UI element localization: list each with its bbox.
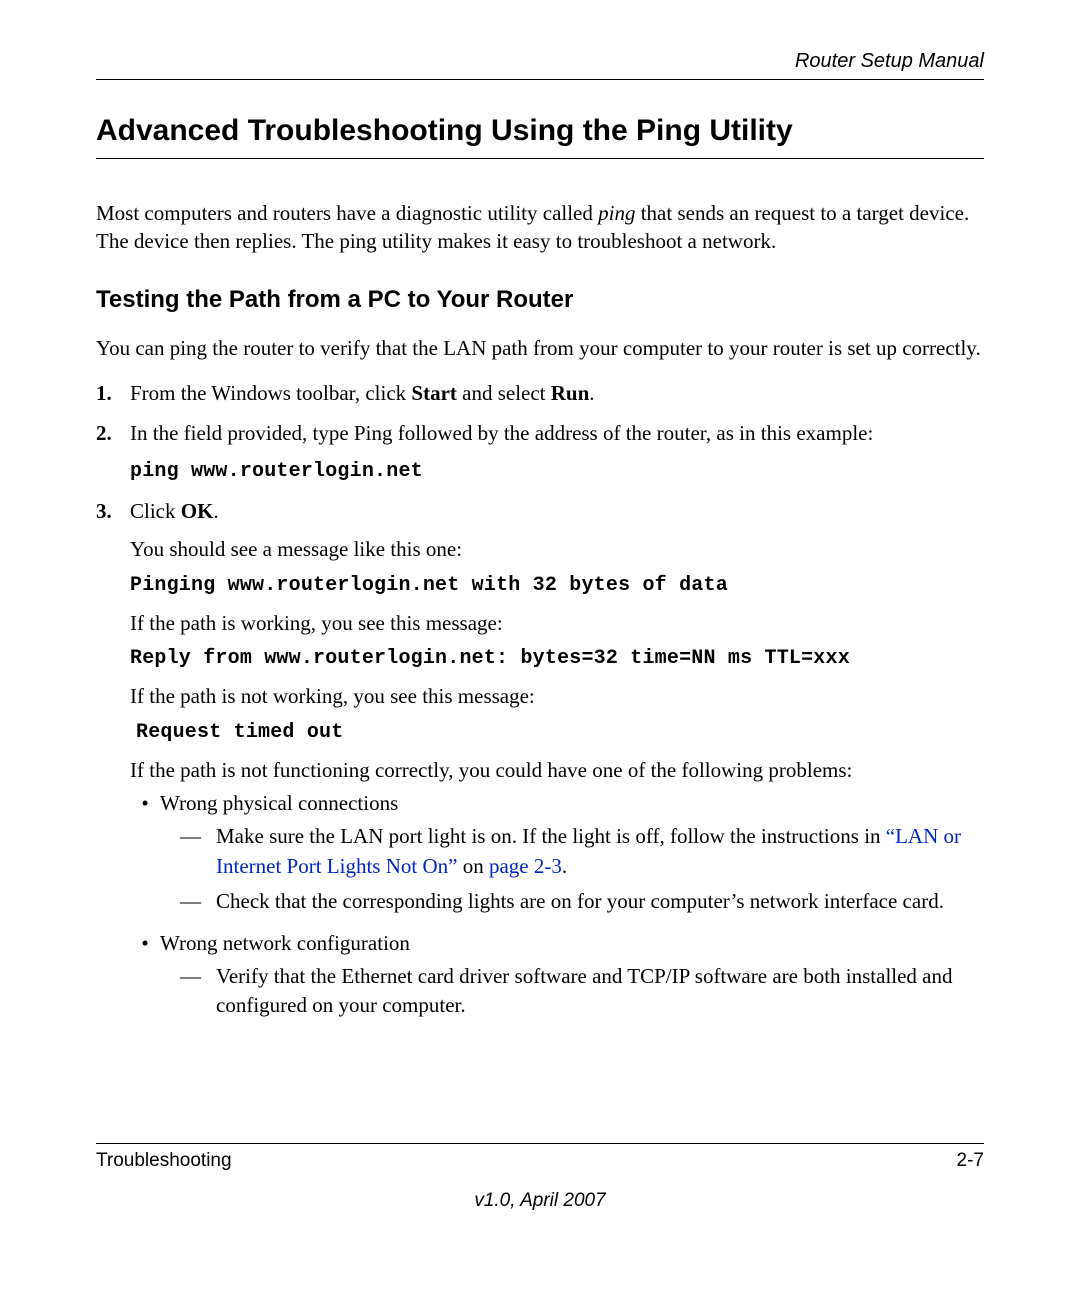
- step-2-text: In the field provided, type Ping followe…: [130, 418, 984, 448]
- bullet-1-sub-1: — Make sure the LAN port light is on. If…: [160, 822, 984, 881]
- page: Router Setup Manual Advanced Troubleshoo…: [0, 0, 1080, 1296]
- bullet-1-body: Wrong physical connections — Make sure t…: [160, 789, 984, 923]
- step-3-text-pre: Click: [130, 499, 181, 523]
- step-2: 2. In the field provided, type Ping foll…: [96, 418, 984, 485]
- step-2-body: In the field provided, type Ping followe…: [130, 418, 984, 485]
- bullet-1-sub-1-post: .: [562, 854, 567, 878]
- step-1-bold-run: Run: [551, 381, 590, 405]
- section-title: Advanced Troubleshooting Using the Ping …: [96, 114, 984, 159]
- intro-em-ping: ping: [598, 201, 635, 225]
- bullet-network-config: • Wrong network configuration — Verify t…: [130, 929, 984, 1027]
- step-1: 1. From the Windows toolbar, click Start…: [96, 378, 984, 408]
- bullet-1-sublist: — Make sure the LAN port light is on. If…: [160, 822, 984, 916]
- step-3-code-1: Pinging www.routerlogin.net with 32 byte…: [130, 571, 984, 600]
- bullet-1-sub-1-pre: Make sure the LAN port light is on. If t…: [216, 824, 886, 848]
- bullet-2-sub-1: — Verify that the Ethernet card driver s…: [160, 962, 984, 1021]
- step-2-number: 2.: [96, 418, 130, 485]
- subsection-title: Testing the Path from a PC to Your Route…: [96, 286, 984, 314]
- step-3: 3. Click OK. You should see a message li…: [96, 496, 984, 1033]
- link-page-2-3[interactable]: page 2-3: [489, 854, 562, 878]
- section-intro: Most computers and routers have a diagno…: [96, 199, 984, 256]
- step-3-code-2: Reply from www.routerlogin.net: bytes=32…: [130, 644, 984, 673]
- step-2-code: ping www.routerlogin.net: [130, 457, 984, 486]
- bullet-icon: •: [130, 789, 160, 923]
- step-3-number: 3.: [96, 496, 130, 1033]
- problem-bullets: • Wrong physical connections — Make sure…: [130, 789, 984, 1027]
- bullet-2-sublist: — Verify that the Ethernet card driver s…: [160, 962, 984, 1021]
- running-header: Router Setup Manual: [96, 50, 984, 80]
- step-1-text-post: .: [589, 381, 594, 405]
- bullet-1-sub-2: — Check that the corresponding lights ar…: [160, 887, 984, 916]
- step-1-text-mid: and select: [457, 381, 551, 405]
- bullet-2-sub-1-body: Verify that the Ethernet card driver sof…: [216, 962, 984, 1021]
- dash-icon: —: [180, 887, 216, 916]
- step-3-body: Click OK. You should see a message like …: [130, 496, 984, 1033]
- step-1-body: From the Windows toolbar, click Start an…: [130, 378, 984, 408]
- ordered-steps: 1. From the Windows toolbar, click Start…: [96, 378, 984, 1033]
- step-1-bold-start: Start: [411, 381, 457, 405]
- step-1-text-pre: From the Windows toolbar, click: [130, 381, 411, 405]
- subsection-intro: You can ping the router to verify that t…: [96, 334, 984, 362]
- step-3-line-3: If the path is not working, you see this…: [130, 681, 984, 711]
- intro-text-pre: Most computers and routers have a diagno…: [96, 201, 598, 225]
- dash-icon: —: [180, 822, 216, 881]
- bullet-1-text: Wrong physical connections: [160, 789, 984, 818]
- bullet-physical-connections: • Wrong physical connections — Make sure…: [130, 789, 984, 923]
- step-3-line-1: You should see a message like this one:: [130, 534, 984, 564]
- footer-version: v1.0, April 2007: [96, 1190, 984, 1212]
- step-3-bold-ok: OK: [181, 499, 214, 523]
- step-3-code-3: Request timed out: [130, 718, 984, 747]
- footer-section-name: Troubleshooting: [96, 1150, 232, 1172]
- step-3-line-4: If the path is not functioning correctly…: [130, 755, 984, 785]
- dash-icon: —: [180, 962, 216, 1021]
- bullet-1-sub-1-mid: on: [457, 854, 489, 878]
- footer-page-number: 2-7: [957, 1150, 984, 1172]
- bullet-2-text: Wrong network configuration: [160, 929, 984, 958]
- bullet-1-sub-2-body: Check that the corresponding lights are …: [216, 887, 984, 916]
- step-1-number: 1.: [96, 378, 130, 408]
- step-3-text-post: .: [213, 499, 218, 523]
- bullet-1-sub-1-body: Make sure the LAN port light is on. If t…: [216, 822, 984, 881]
- bullet-icon: •: [130, 929, 160, 1027]
- page-footer: Troubleshooting 2-7 v1.0, April 2007: [96, 1143, 984, 1212]
- bullet-2-body: Wrong network configuration — Verify tha…: [160, 929, 984, 1027]
- step-3-line-2: If the path is working, you see this mes…: [130, 608, 984, 638]
